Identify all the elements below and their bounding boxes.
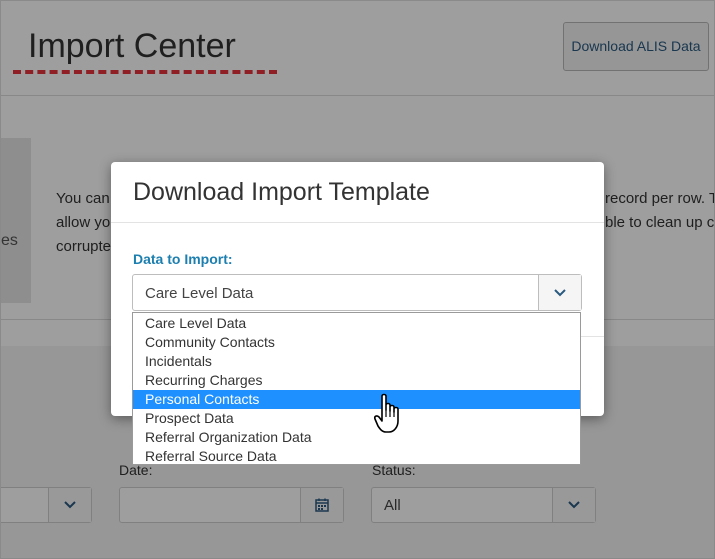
- data-to-import-value: Care Level Data: [145, 285, 254, 302]
- option-incidentals[interactable]: Incidentals: [133, 352, 580, 371]
- option-recurring-charges[interactable]: Recurring Charges: [133, 371, 580, 390]
- option-prospect-data[interactable]: Prospect Data: [133, 409, 580, 428]
- chevron-down-icon: [554, 288, 566, 296]
- data-to-import-select[interactable]: Care Level Data: [132, 274, 582, 311]
- option-personal-contacts[interactable]: Personal Contacts: [133, 390, 580, 409]
- option-referral-source-data[interactable]: Referral Source Data: [133, 447, 580, 466]
- option-community-contacts[interactable]: Community Contacts: [133, 333, 580, 352]
- data-to-import-options: Care Level Data Community Contacts Incid…: [132, 312, 581, 465]
- data-to-import-toggle[interactable]: [538, 275, 581, 310]
- modal-header-divider: [111, 222, 604, 223]
- option-referral-organization-data[interactable]: Referral Organization Data: [133, 428, 580, 447]
- app-window: Import Center Download ALIS Data es You …: [0, 0, 715, 559]
- modal-footer-divider: [581, 336, 604, 337]
- option-care-level-data[interactable]: Care Level Data: [133, 314, 580, 333]
- modal-title: Download Import Template: [133, 178, 430, 206]
- data-to-import-label: Data to Import:: [133, 251, 233, 267]
- hand-pointer-icon: [374, 393, 399, 433]
